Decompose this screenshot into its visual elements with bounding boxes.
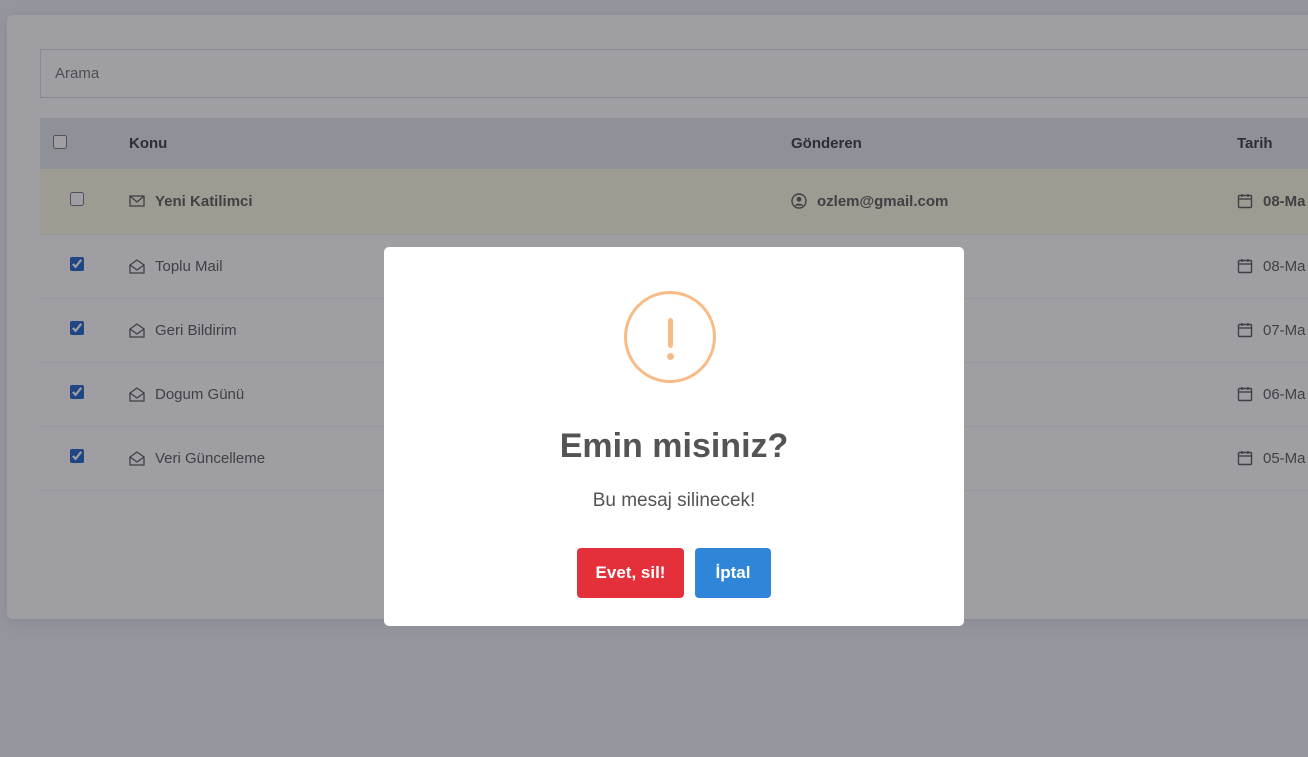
dialog-text: Bu mesaj silinecek! [592, 490, 756, 511]
confirm-delete-button[interactable]: Evet, sil! [577, 548, 684, 598]
dialog-title: Emin misiniz? [559, 427, 789, 465]
cancel-button[interactable]: İptal [695, 548, 771, 598]
warning-icon [624, 291, 716, 383]
confirm-dialog: Emin misiniz? Bu mesaj silinecek! Evet, … [384, 247, 964, 626]
page: Konu Gönderen Tarih Yeni Katilimci [0, 0, 1308, 757]
